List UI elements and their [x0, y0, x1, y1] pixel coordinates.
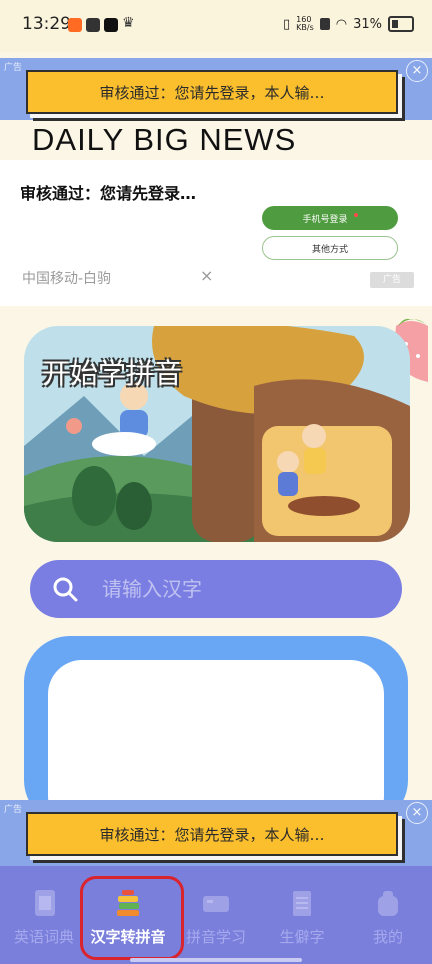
headline: DAILY BIG NEWS — [32, 122, 297, 157]
keyboard-icon — [203, 896, 229, 912]
phone-login-button[interactable]: 手机号登录 — [262, 206, 398, 230]
net-speed: 160 KB/s — [296, 15, 314, 32]
search-icon[interactable] — [52, 576, 78, 602]
close-icon[interactable]: × — [200, 266, 213, 285]
search-input[interactable] — [100, 576, 364, 602]
ad-label: 广告 — [4, 805, 23, 815]
tiktok-icon — [104, 18, 118, 32]
home-indicator[interactable] — [130, 958, 302, 962]
top-ad-banner[interactable]: 广告 审核通过：您请先登录，本人输… × — [0, 58, 432, 120]
nav-label: 拼音学习 — [185, 928, 246, 946]
sim-off-icon — [319, 18, 330, 30]
card-title: 审核通过：您请先登录… — [20, 184, 197, 203]
phone-login-label: 手机号登录 — [302, 214, 348, 225]
notification-dot — [353, 213, 358, 217]
ad-text: 审核通过：您请先登录，本人输… — [26, 70, 398, 114]
nav-label: 英语词典 — [13, 928, 74, 946]
status-bar: 13:29 ♛ ▯ 160 KB/s ◠ 31% — [0, 0, 432, 52]
close-icon[interactable]: × — [406, 60, 428, 82]
ad-text: 审核通过：您请先登录，本人输… — [26, 812, 398, 856]
nav-item-pinyin-learning[interactable]: 拼音学习 — [176, 888, 256, 947]
carrier-label: 中国移动-白驹 — [22, 271, 112, 287]
backpack-icon — [378, 891, 398, 916]
nav-item-english-dictionary[interactable]: 英语词典 — [4, 888, 84, 947]
nav-item-mine[interactable]: 我的 — [348, 888, 428, 947]
nav-item-rare-characters[interactable]: 生僻字 — [262, 888, 342, 947]
close-icon[interactable]: × — [406, 802, 428, 824]
hero-title: 开始学拼音 — [42, 357, 183, 390]
nav-label: 生僻字 — [279, 928, 325, 946]
login-ad-card[interactable]: 审核通过：您请先登录… 手机号登录 其他方式 中国移动-白驹 × 广告 — [0, 160, 432, 306]
vibrate-icon: ▯ — [282, 16, 291, 32]
notepad-icon — [293, 891, 311, 916]
battery-icon — [388, 16, 414, 32]
dictionary-icon — [35, 890, 55, 916]
nav-label: 我的 — [372, 928, 403, 946]
status-time: 13:29 — [22, 14, 71, 34]
wifi-icon: ◠ — [335, 16, 348, 32]
status-right: ▯ 160 KB/s ◠ 31% — [283, 16, 414, 32]
app-notification-icon — [86, 18, 100, 32]
ad-label: 广告 — [370, 272, 414, 288]
ad-label: 广告 — [4, 63, 23, 73]
active-tab-highlight — [80, 876, 184, 960]
other-method-button[interactable]: 其他方式 — [262, 236, 398, 260]
search-bar[interactable] — [30, 560, 402, 618]
app-notification-icon — [68, 18, 82, 32]
bottom-ad-banner[interactable]: 广告 审核通过：您请先登录，本人输… × — [0, 800, 432, 866]
crown-icon: ♛ — [122, 15, 135, 31]
battery-level: 31% — [353, 16, 382, 32]
